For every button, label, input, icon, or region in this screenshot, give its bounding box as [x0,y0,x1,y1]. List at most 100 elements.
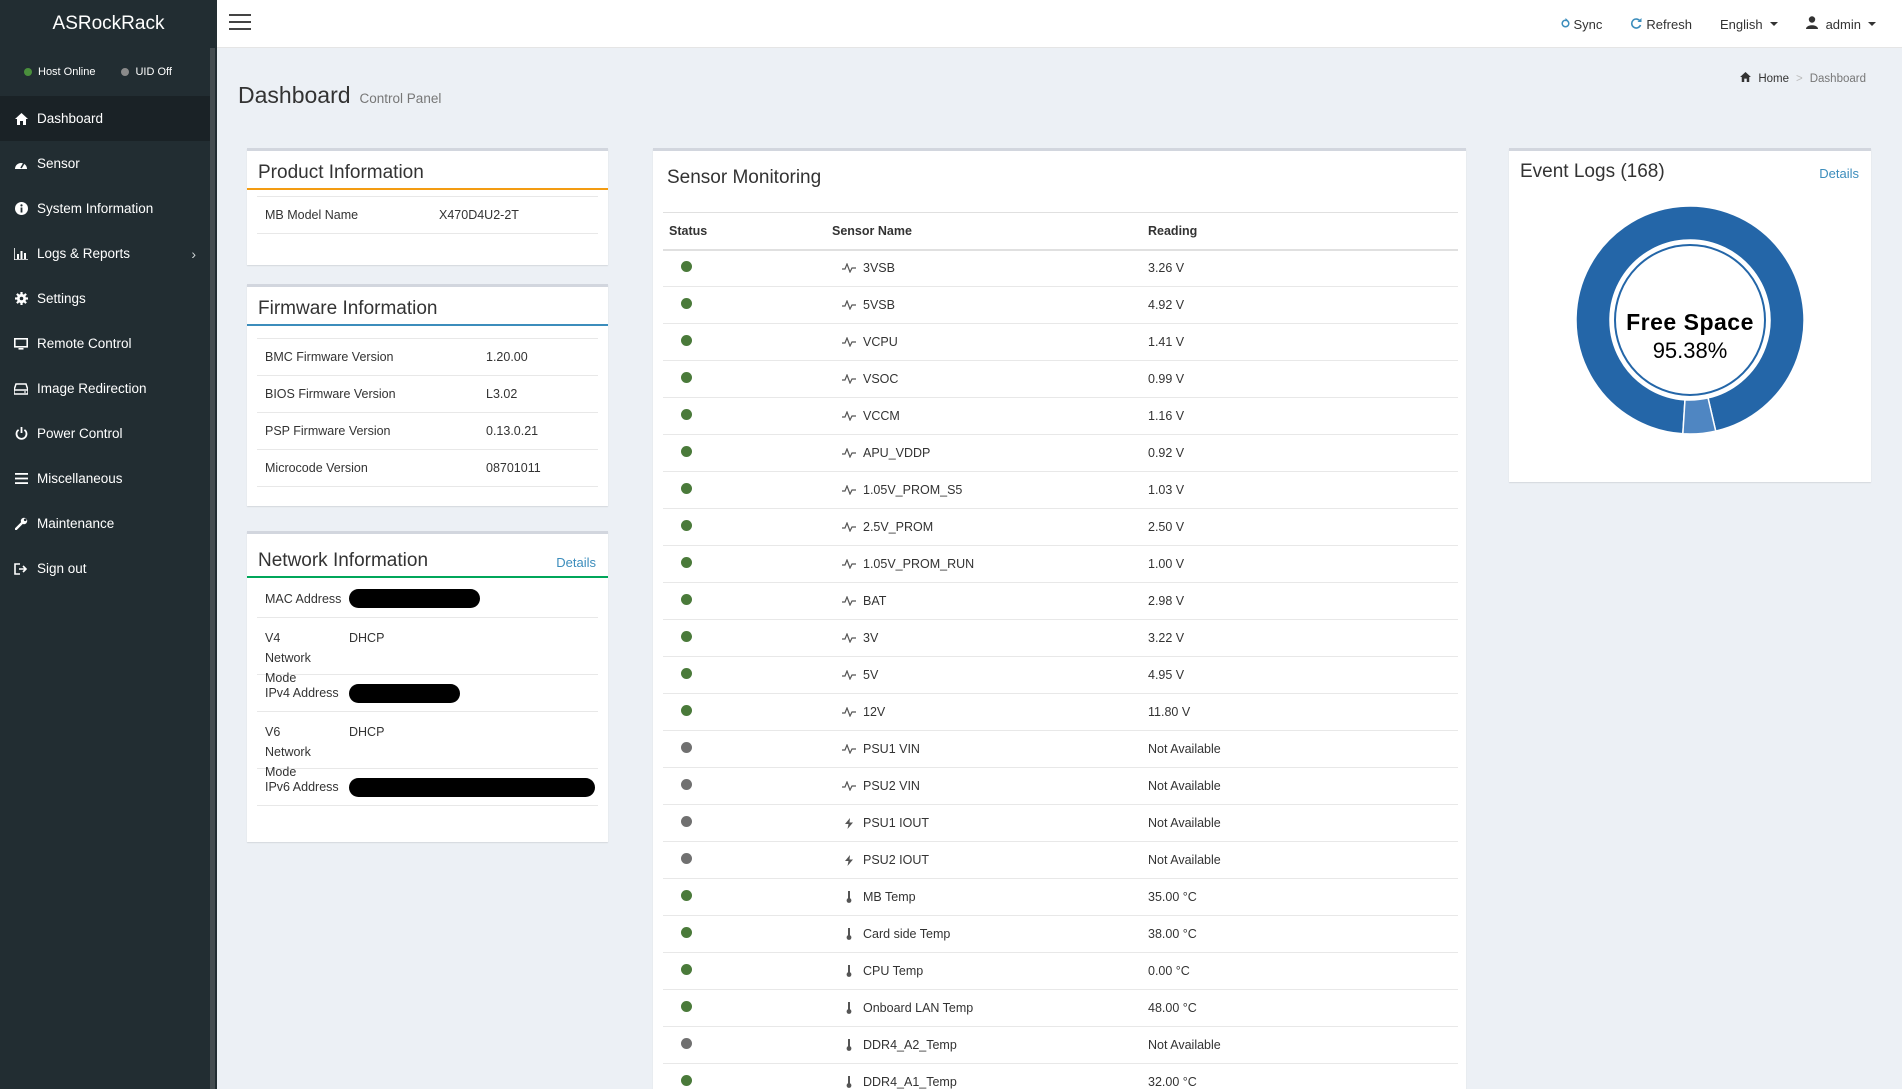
table-row[interactable]: BAT 2.98 V [663,582,1458,620]
status-cell [663,249,826,287]
sensor-name[interactable]: VCCM [863,409,900,423]
sensor-name[interactable]: 12V [863,705,885,719]
column-header-reading[interactable]: Reading [1142,212,1458,251]
sensor-name[interactable]: PSU2 IOUT [863,853,929,867]
uid-status[interactable]: UID Off [121,66,172,78]
sidebar-item-settings[interactable]: Settings [0,276,210,321]
status-indicator [681,372,692,383]
table-row[interactable]: 2.5V_PROM 2.50 V [663,508,1458,546]
breadcrumb-home-link[interactable]: Home [1758,73,1789,85]
sensor-name[interactable]: 5V [863,668,878,682]
sensor-name[interactable]: MB Temp [863,890,916,904]
sidebar-item-sign-out[interactable]: Sign out [0,546,210,591]
sensor-name[interactable]: 3V [863,631,878,645]
kv-label: V4 Network Mode [265,631,311,685]
sidebar-item-image-redirection[interactable]: Image Redirection [0,366,210,411]
table-row[interactable]: 1.05V_PROM_RUN 1.00 V [663,545,1458,583]
sensor-name-cell: 2.5V_PROM [826,508,1142,546]
sensor-name[interactable]: VCPU [863,335,898,349]
table-row[interactable]: VCPU 1.41 V [663,323,1458,361]
sidebar-item-system-information[interactable]: System Information [0,186,210,231]
sensor-name[interactable]: BAT [863,594,886,608]
sidebar-item-miscellaneous[interactable]: Miscellaneous [0,456,210,501]
sensor-name[interactable]: DDR4_A1_Temp [863,1075,957,1089]
sensor-name[interactable]: PSU1 VIN [863,742,920,756]
table-row[interactable]: 5V 4.95 V [663,656,1458,694]
table-row[interactable]: PSU2 IOUT Not Available [663,841,1458,879]
kv-row: BIOS Firmware Version L3.02 [257,375,598,412]
sensor-name[interactable]: 1.05V_PROM_RUN [863,557,974,571]
column-header-status[interactable]: Status [663,212,826,251]
page-title: Dashboard [238,82,351,108]
column-header-sensor-name[interactable]: Sensor Name [826,212,1142,251]
sensor-name[interactable]: Card side Temp [863,927,950,941]
sidebar-item-dashboard[interactable]: Dashboard [0,96,210,141]
sensor-name[interactable]: PSU1 IOUT [863,816,929,830]
topbar: Sync Refresh English admin [217,0,1902,48]
language-dropdown[interactable]: English [1720,17,1778,32]
refresh-button[interactable]: Refresh [1630,17,1692,32]
product-information-header: Product Information [247,151,608,190]
sidebar-item-maintenance[interactable]: Maintenance [0,501,210,546]
table-row[interactable]: PSU1 IOUT Not Available [663,804,1458,842]
sensor-name-wrap: Onboard LAN Temp [832,1001,1142,1015]
thermometer-icon [842,928,856,940]
menu-toggle-button[interactable] [229,14,251,32]
brand-logo[interactable]: ASRockRack [0,0,217,48]
table-row[interactable]: 12V 11.80 V [663,693,1458,731]
sensor-name[interactable]: 2.5V_PROM [863,520,933,534]
table-row[interactable]: CPU Temp 0.00 °C [663,952,1458,990]
status-cell [663,397,826,435]
sensor-name[interactable]: PSU2 VIN [863,779,920,793]
table-row[interactable]: VCCM 1.16 V [663,397,1458,435]
sensor-name[interactable]: DDR4_A2_Temp [863,1038,957,1052]
table-row[interactable]: 5VSB 4.92 V [663,286,1458,324]
sensor-name[interactable]: 5VSB [863,298,895,312]
table-row[interactable]: VSOC 0.99 V [663,360,1458,398]
event-logs-details-link[interactable]: Details [1819,166,1859,181]
table-row[interactable]: 1.05V_PROM_S5 1.03 V [663,471,1458,509]
sidebar-item-sensor[interactable]: Sensor [0,141,210,186]
sync-button[interactable]: Sync [1560,17,1602,32]
uid-status-label: UID Off [135,66,172,78]
table-row[interactable]: DDR4_A1_Temp 32.00 °C [663,1063,1458,1089]
status-cell [663,323,826,361]
user-menu-dropdown[interactable]: admin [1805,16,1876,32]
sensor-name-cell: 1.05V_PROM_RUN [826,545,1142,583]
table-row[interactable]: Card side Temp 38.00 °C [663,915,1458,953]
reading-cell: 32.00 °C [1142,1063,1458,1089]
sidebar-item-logs-reports[interactable]: Logs & Reports › [0,231,210,276]
refresh-label: Refresh [1646,16,1692,32]
sidebar-item-remote-control[interactable]: Remote Control [0,321,210,366]
sidebar-scrollbar[interactable] [210,48,215,1089]
status-indicator [681,668,692,679]
status-cell [663,1026,826,1064]
reading-cell: 3.22 V [1142,619,1458,657]
kv-label: V6 Network Mode [265,725,311,779]
sidebar-item-label: Remote Control [37,336,132,351]
network-details-link[interactable]: Details [556,555,596,570]
sensor-name[interactable]: 1.05V_PROM_S5 [863,483,962,497]
sensor-name[interactable]: CPU Temp [863,964,923,978]
table-row[interactable]: 3V 3.22 V [663,619,1458,657]
table-row[interactable]: APU_VDDP 0.92 V [663,434,1458,472]
table-row[interactable]: Onboard LAN Temp 48.00 °C [663,989,1458,1027]
reading-cell: 0.92 V [1142,434,1458,472]
sidebar-item-label: Dashboard [37,111,104,126]
status-cell [663,619,826,657]
sidebar-item-power-control[interactable]: Power Control [0,411,210,456]
thermometer-icon [842,965,856,977]
table-row[interactable]: 3VSB 3.26 V [663,249,1458,287]
table-row[interactable]: PSU2 VIN Not Available [663,767,1458,805]
sensor-name[interactable]: APU_VDDP [863,446,930,460]
table-row[interactable]: MB Temp 35.00 °C [663,878,1458,916]
kv-label: IPv6 Address [265,780,339,794]
sensor-name[interactable]: 3VSB [863,261,895,275]
table-row[interactable]: DDR4_A2_Temp Not Available [663,1026,1458,1064]
sensor-name[interactable]: Onboard LAN Temp [863,1001,973,1015]
sensor-name[interactable]: VSOC [863,372,898,386]
status-cell [663,693,826,731]
sensor-name-cell: BAT [826,582,1142,620]
table-row[interactable]: PSU1 VIN Not Available [663,730,1458,768]
status-cell [663,804,826,842]
